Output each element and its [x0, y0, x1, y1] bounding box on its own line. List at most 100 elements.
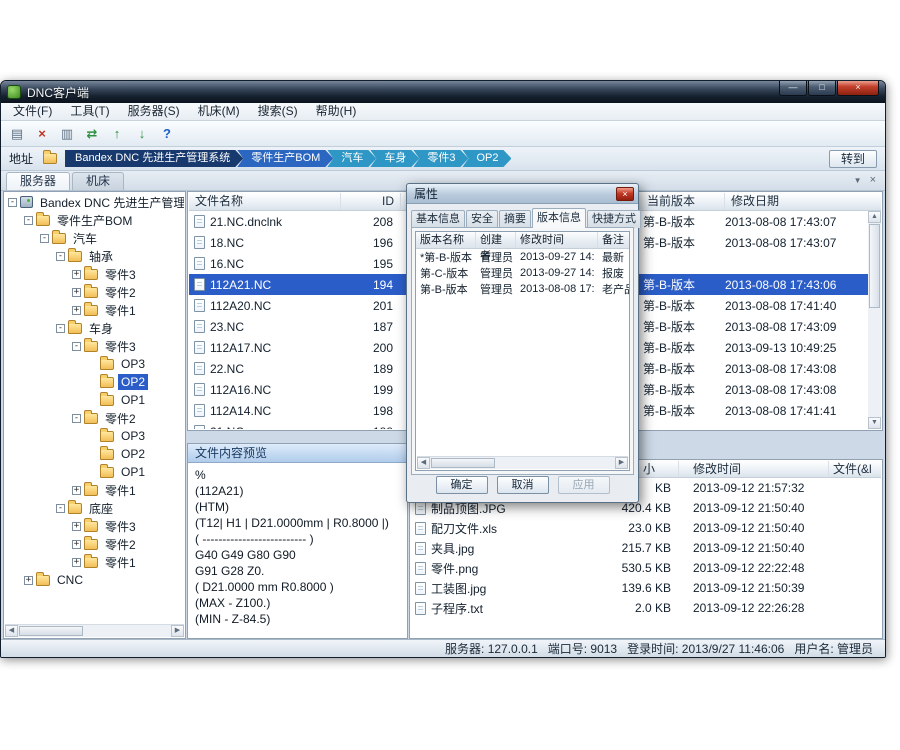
tree-item[interactable]: + 零件3 [5, 517, 184, 535]
tree-item[interactable]: + 零件2 [5, 283, 184, 301]
view-tab[interactable]: 机床 [72, 172, 124, 190]
dialog-close-icon[interactable]: × [616, 187, 634, 201]
attachment-row[interactable]: 零件.png 530.5 KB 2013-09-12 22:22:48 [411, 558, 881, 578]
breadcrumb-part3[interactable]: 零件3 [413, 150, 468, 167]
column-header-name[interactable]: 文件名称 [189, 193, 341, 210]
scrollbar-track[interactable] [496, 457, 615, 469]
scrollbar-track[interactable] [84, 625, 171, 637]
scrollbar-track[interactable] [868, 309, 881, 417]
tree-expander-icon[interactable]: + [72, 522, 81, 531]
menu-item[interactable]: 搜索(S) [249, 103, 307, 120]
breadcrumb-body[interactable]: 车身 [370, 150, 419, 167]
tree-item[interactable]: - 轴承 [5, 247, 184, 265]
tree-item[interactable]: + CNC [5, 571, 184, 589]
attachment-row[interactable]: 工装图.jpg 139.6 KB 2013-09-12 21:50:39 [411, 578, 881, 598]
ok-button[interactable]: 确定 [436, 476, 488, 494]
scroll-down-icon[interactable]: ▼ [868, 417, 881, 429]
new-file-icon[interactable]: ▤ [6, 124, 28, 144]
scrollbar-thumb[interactable] [869, 224, 880, 308]
breadcrumb-op2[interactable]: OP2 [462, 150, 511, 167]
version-row[interactable]: *第-B-版本 管理员 2013-09-27 14: 最新 [416, 249, 629, 265]
tree-item[interactable]: OP1 [5, 463, 184, 481]
file-list-vertical-scrollbar[interactable]: ▲ ▼ [868, 211, 881, 429]
tree-item[interactable]: + 零件2 [5, 535, 184, 553]
tree-item[interactable]: - 零件2 [5, 409, 184, 427]
column-header-note[interactable]: 备注 [598, 232, 630, 248]
maximize-button[interactable]: □ [808, 81, 836, 96]
scroll-right-icon[interactable]: ▶ [171, 625, 184, 637]
transfer-icon[interactable]: ⇄ [81, 124, 103, 144]
scroll-left-icon[interactable]: ◀ [5, 625, 18, 637]
column-header-modified[interactable]: 修改时间 [516, 232, 598, 248]
tree-expander-icon[interactable]: + [72, 486, 81, 495]
tree-expander-icon[interactable]: + [72, 558, 81, 567]
dialog-tab[interactable]: 摘要 [499, 210, 531, 228]
download-icon[interactable]: ↓ [131, 124, 153, 144]
save-icon[interactable]: ▥ [56, 124, 78, 144]
scroll-right-icon[interactable]: ▶ [615, 457, 628, 469]
tree-item[interactable]: - 底座 [5, 499, 184, 517]
tree-expander-icon[interactable]: - [24, 216, 33, 225]
tree-expander-icon[interactable]: + [72, 270, 81, 279]
menu-item[interactable]: 帮助(H) [307, 103, 366, 120]
dialog-titlebar[interactable]: 属性 × [407, 184, 638, 204]
version-row[interactable]: 第-C-版本 管理员 2013-09-27 14: 报废 [416, 265, 629, 281]
dialog-tab[interactable]: 版本信息 [532, 208, 586, 228]
tree-expander-icon[interactable]: - [56, 252, 65, 261]
tree-expander-icon[interactable]: + [72, 288, 81, 297]
column-header-time[interactable]: 修改时间 [679, 461, 829, 477]
tree-item[interactable]: - 汽车 [5, 229, 184, 247]
dialog-tab[interactable]: 快捷方式 [587, 210, 641, 228]
scroll-left-icon[interactable]: ◀ [417, 457, 430, 469]
tree-expander-icon[interactable]: - [72, 414, 81, 423]
scrollbar-thumb[interactable] [431, 458, 495, 468]
column-header-date[interactable]: 修改日期 [725, 193, 881, 210]
apply-button[interactable]: 应用 [558, 476, 610, 494]
breadcrumb-root[interactable]: Bandex DNC 先进生产管理系统 [65, 150, 243, 167]
tree-item[interactable]: + 零件1 [5, 301, 184, 319]
tree-item[interactable]: OP3 [5, 355, 184, 373]
delete-icon[interactable]: × [31, 124, 53, 144]
breadcrumb-auto[interactable]: 汽车 [327, 150, 376, 167]
tree-expander-icon[interactable]: - [8, 198, 17, 207]
column-header-version-name[interactable]: 版本名称 [416, 232, 476, 248]
attachment-row[interactable]: 夹具.jpg 215.7 KB 2013-09-12 21:50:40 [411, 538, 881, 558]
scrollbar-thumb[interactable] [19, 626, 83, 636]
tree-item[interactable]: + 零件1 [5, 481, 184, 499]
tree-expander-icon[interactable]: - [56, 324, 65, 333]
dialog-tab[interactable]: 基本信息 [411, 210, 465, 228]
column-header-id[interactable]: ID [341, 193, 401, 210]
view-tab[interactable]: 服务器 [6, 172, 70, 190]
column-header-version[interactable]: 当前版本 [641, 193, 725, 210]
minimize-button[interactable]: — [779, 81, 807, 96]
menu-item[interactable]: 机床(M) [189, 103, 249, 120]
tree-expander-icon[interactable]: + [72, 306, 81, 315]
attachment-row[interactable]: 配刀文件.xls 23.0 KB 2013-09-12 21:50:40 [411, 518, 881, 538]
tree-expander-icon[interactable]: + [24, 576, 33, 585]
tree-horizontal-scrollbar[interactable]: ◀ ▶ [5, 624, 184, 637]
tree-item[interactable]: - 车身 [5, 319, 184, 337]
tree-item[interactable]: OP2 [5, 373, 184, 391]
scroll-up-icon[interactable]: ▲ [868, 211, 881, 223]
tree-item-root[interactable]: - Bandex DNC 先进生产管理系统 [5, 193, 184, 211]
window-titlebar[interactable]: DNC客户端 — □ × [1, 81, 885, 103]
menu-item[interactable]: 工具(T) [61, 103, 118, 120]
tree-expander-icon[interactable]: + [72, 540, 81, 549]
column-header-extra[interactable]: 文件(&l [829, 461, 881, 477]
tree-item[interactable]: - 零件3 [5, 337, 184, 355]
tree-item[interactable]: OP3 [5, 427, 184, 445]
breadcrumb-bom[interactable]: 零件生产BOM [237, 150, 333, 167]
upload-icon[interactable]: ↑ [106, 124, 128, 144]
tree-item[interactable]: + 零件3 [5, 265, 184, 283]
tab-list-dropdown-icon[interactable]: ▼ [854, 176, 862, 185]
dialog-horizontal-scrollbar[interactable]: ◀ ▶ [417, 456, 628, 469]
close-button[interactable]: × [837, 81, 879, 96]
tree-item[interactable]: - 零件生产BOM [5, 211, 184, 229]
menu-item[interactable]: 文件(F) [4, 103, 61, 120]
go-button[interactable]: 转到 [829, 150, 877, 168]
menu-item[interactable]: 服务器(S) [119, 103, 189, 120]
tree-item[interactable]: + 零件1 [5, 553, 184, 571]
tree-expander-icon[interactable]: - [56, 504, 65, 513]
dialog-tab[interactable]: 安全 [466, 210, 498, 228]
column-header-creator[interactable]: 创建者 [476, 232, 516, 248]
